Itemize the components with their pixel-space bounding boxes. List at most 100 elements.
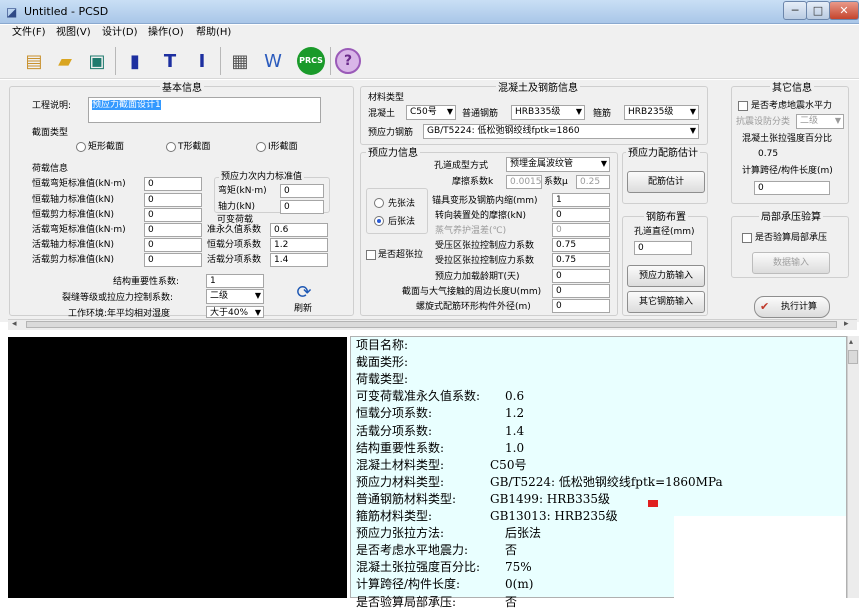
concrete-select[interactable]: C50号 ▼ [406,105,456,120]
report-key: 可变荷载准永久值系数: [356,389,481,404]
perimeter-input[interactable]: 0 [552,284,610,298]
execute-icon: ✔ [760,300,770,313]
seismic-grade-select[interactable]: 二级 ▼ [796,114,844,129]
dead-factor-label: 恒载分项系数 [207,240,262,250]
t-section-icon[interactable]: T [156,47,184,75]
rebar-label: 普通钢筋 [462,109,499,119]
vscroll-thumb[interactable] [848,350,858,364]
menu-design[interactable]: 设计(D) [102,27,138,39]
report-value: 否 [505,594,518,609]
spiral-dia-input[interactable]: 0 [552,299,610,313]
project-label: 工程说明: [32,101,72,111]
friction-mu-input[interactable]: 0.25 [576,175,610,189]
i-section-label: I形截面 [268,142,298,152]
dead-factor-input[interactable]: 1.2 [270,238,328,252]
rebar-select[interactable]: HRB335级 ▼ [511,105,585,120]
project-input[interactable]: 预应力截面设计1 [88,97,321,123]
pretension-label: 先张法 [388,199,416,209]
report-key: 计算跨径/构件长度: [356,577,461,592]
dead-shear-label: 恒载剪力标准值(kN) [32,210,114,220]
scroll-left-icon[interactable]: ◂ [12,319,17,329]
dead-shear-input[interactable]: 0 [144,208,202,222]
seismic-checkbox[interactable] [738,101,748,111]
open-folder-icon[interactable]: ▰ [51,47,79,75]
dead-moment-input[interactable]: 0 [144,177,202,191]
scroll-up-icon[interactable]: ▴ [849,337,853,346]
comp-stress-input[interactable]: 0.75 [552,238,610,252]
pre-input-button[interactable]: 预应力筋输入 [627,265,705,287]
chevron-down-icon: ▼ [600,159,607,168]
local-bearing-header: 局部承压验算 [759,212,823,224]
duct-dia-label: 孔道直径(mm) [634,227,695,237]
rect-section-icon[interactable]: ▮ [121,47,149,75]
env-select[interactable]: 大于40% ▼ [206,306,264,318]
span-input[interactable]: 0 [754,181,830,195]
anchor-deform-input[interactable]: 1 [552,193,610,207]
refresh-icon[interactable]: ⟳ [289,283,319,303]
menu-help[interactable]: 帮助(H) [196,27,231,39]
graphics-view [8,337,347,598]
stirrup-select[interactable]: HRB235级 ▼ [624,105,699,120]
turning-friction-input[interactable]: 0 [552,208,610,222]
close-button[interactable]: ✕ [829,1,859,20]
live-axial-input[interactable]: 0 [144,238,202,252]
help-icon[interactable]: ? [334,47,362,75]
rect-section-radio[interactable] [76,142,86,152]
steam-temp-input[interactable]: 0 [552,223,610,237]
report-key: 预应力张拉方法: [356,526,445,541]
tens-stress-input[interactable]: 0.75 [552,253,610,267]
menu-view[interactable]: 视图(V) [56,27,91,39]
load-age-label: 预应力加载龄期T(天) [435,272,520,282]
duct-method-select[interactable]: 预埋金属波纹管 ▼ [506,157,610,172]
importance-label: 结构重要性系数: [113,277,180,287]
posttension-radio[interactable] [374,216,384,226]
refresh-label[interactable]: 刷新 [294,304,312,315]
report-key: 箍筋材料类型: [356,509,433,523]
report-key: 荷载类型: [356,372,409,387]
minimize-button[interactable]: ─ [783,1,807,20]
other-input-button[interactable]: 其它钢筋输入 [627,291,705,313]
live-moment-input[interactable]: 0 [144,223,202,237]
seismic-label: 是否考虑地震水平力 [751,101,833,111]
vertical-scrollbar[interactable] [847,336,859,598]
maximize-button[interactable]: □ [806,1,830,20]
over-tension-checkbox[interactable] [366,250,376,260]
menu-file[interactable]: 文件(F) [12,27,46,39]
scrollbar-thumb[interactable] [26,321,837,328]
live-factor-input[interactable]: 1.4 [270,253,328,267]
variable-quasi-input[interactable]: 0.6 [270,223,328,237]
rect-section-label: 矩形截面 [88,142,125,152]
dead-axial-input[interactable]: 0 [144,193,202,207]
prcs-icon[interactable]: PRCS [296,47,326,75]
chevron-down-icon: ▼ [689,126,696,135]
local-bearing-label: 是否验算局部承压 [755,233,828,243]
report-key: 预应力材料类型: [356,474,445,489]
save-disk-icon[interactable]: ▣ [83,47,111,75]
estimate-button[interactable]: 配筋估计 [627,171,705,193]
local-bearing-checkbox[interactable] [742,233,752,243]
new-file-icon[interactable]: ▤ [20,47,48,75]
data-input-button[interactable]: 数据输入 [752,252,830,274]
calculator-icon[interactable]: ▦ [226,47,254,75]
crack-select[interactable]: 二级 ▼ [206,289,264,304]
duct-dia-input[interactable]: 0 [634,241,692,255]
load-age-input[interactable]: 0 [552,269,610,283]
report-value: 0.6 [505,389,525,404]
chevron-down-icon: ▼ [575,107,582,116]
word-doc-icon[interactable]: W [259,47,287,75]
menu-operate[interactable]: 操作(O) [148,27,184,39]
i-section-icon[interactable]: I [188,47,216,75]
tension-pct-input[interactable]: 0.75 [754,147,830,161]
friction-k-input[interactable]: 0.0015 [506,175,542,189]
pretension-radio[interactable] [374,198,384,208]
live-shear-input[interactable]: 0 [144,253,202,267]
report-value: 后张法 [505,526,542,541]
pre-moment-input[interactable]: 0 [280,184,324,198]
pre-steel-select[interactable]: GB/T5224: 低松弛钢绞线fptk=1860 ▼ [423,124,699,139]
i-section-radio[interactable] [256,142,266,152]
importance-input[interactable]: 1 [206,274,264,288]
comp-stress-label: 受压区张拉控制应力系数 [435,241,535,251]
t-section-radio[interactable] [166,142,176,152]
pre-axial-input[interactable]: 0 [280,200,324,214]
scroll-right-icon[interactable]: ▸ [844,319,849,329]
